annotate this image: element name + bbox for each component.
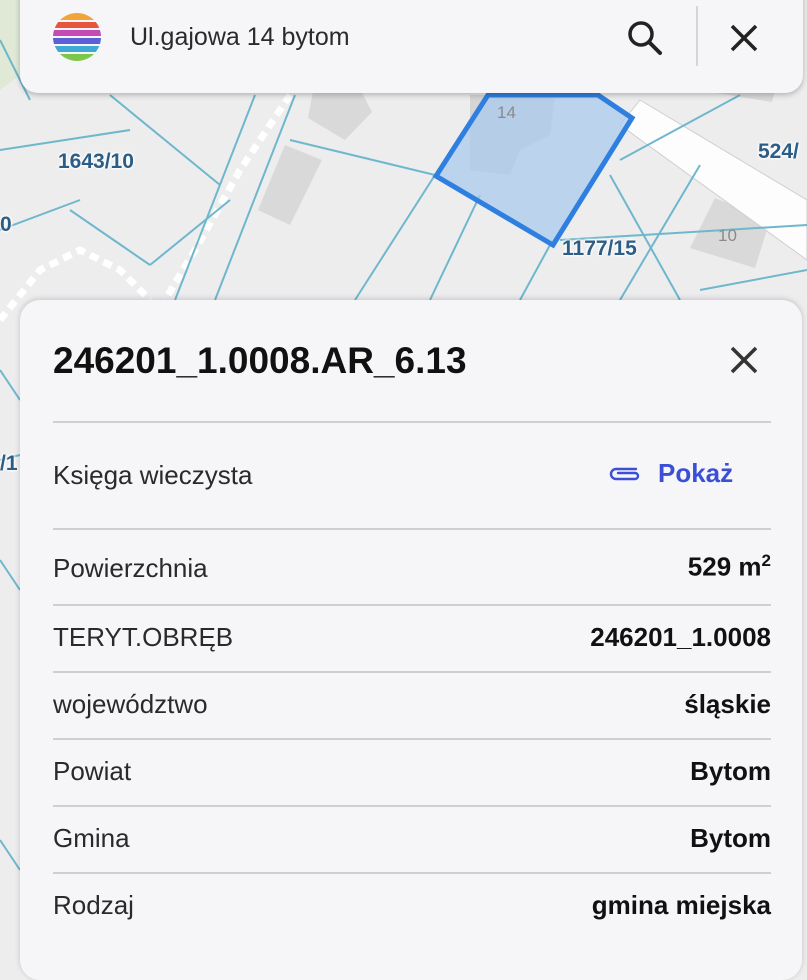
parcel-label: 1643/10	[58, 150, 134, 173]
search-input[interactable]: Ul.gajowa 14 bytom	[130, 23, 350, 52]
paperclip-icon	[609, 467, 640, 480]
teryt-label: TERYT.OBRĘB	[53, 622, 234, 652]
divider	[53, 805, 771, 807]
area-number: 529 m	[687, 551, 762, 582]
search-icon[interactable]	[625, 18, 665, 58]
voivodeship-value: śląskie	[684, 689, 771, 719]
house-number: 10	[718, 226, 737, 245]
divider	[53, 604, 771, 606]
search-bar[interactable]: Ul.gajowa 14 bytom	[20, 0, 803, 93]
close-icon[interactable]	[724, 18, 764, 58]
rainbow-logo-icon[interactable]	[52, 12, 102, 62]
voivodeship-label: województwo	[53, 689, 208, 719]
area-value: 529 m2	[688, 551, 771, 583]
land-registry-label: Księga wieczysta	[53, 460, 253, 490]
divider	[53, 421, 771, 423]
county-value: Bytom	[690, 756, 771, 786]
type-label: Rodzaj	[53, 890, 134, 920]
area-label: Powierzchnia	[53, 553, 208, 583]
parcel-label: /1	[0, 452, 18, 475]
parcel-label: 1177/15	[562, 237, 637, 260]
commune-label: Gmina	[53, 823, 130, 853]
divider	[53, 738, 771, 740]
show-link-label[interactable]: Pokaż	[658, 458, 733, 489]
county-label: Powiat	[53, 756, 132, 786]
parcel-label: 524/	[758, 140, 799, 163]
parcel-info-panel: 246201_1.0008.AR_6.13 Księga wieczysta P…	[20, 300, 802, 980]
divider	[53, 671, 771, 673]
type-value: gmina miejska	[591, 890, 771, 920]
divider	[696, 6, 698, 66]
house-number: 14	[497, 103, 516, 122]
commune-value: Bytom	[690, 823, 771, 853]
area-unit-exponent: 2	[761, 551, 771, 570]
show-land-registry-link[interactable]: Pokaż	[608, 458, 733, 489]
close-icon[interactable]	[724, 340, 764, 380]
divider	[53, 872, 771, 874]
panel-title: 246201_1.0008.AR_6.13	[53, 340, 467, 381]
divider	[53, 528, 771, 530]
teryt-value: 246201_1.0008	[590, 622, 771, 652]
parcel-label: 0	[0, 213, 12, 236]
